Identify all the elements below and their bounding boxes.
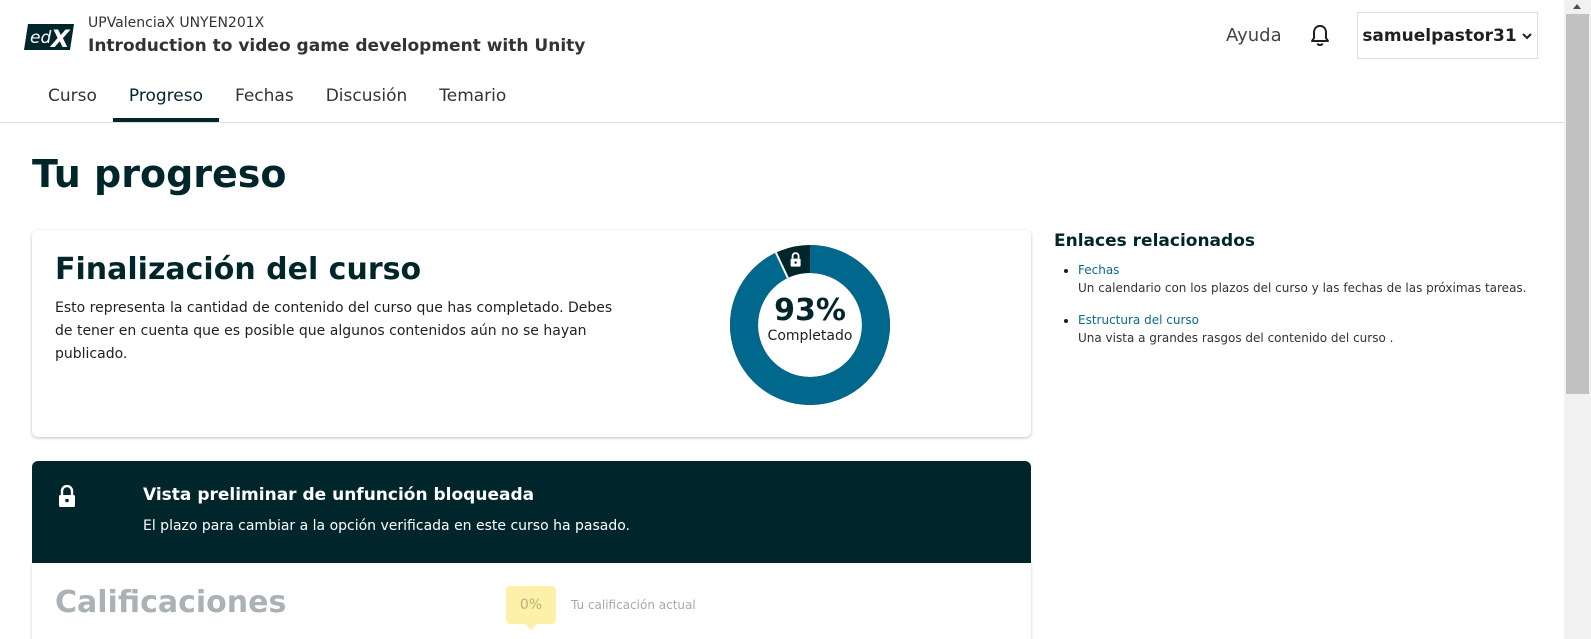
- current-grade-badge: 0%: [506, 586, 556, 630]
- user-menu-button[interactable]: samuelpastor31: [1357, 12, 1538, 59]
- scroll-up-arrow-icon[interactable]: [1573, 4, 1581, 9]
- completion-card: Finalización del curso Esto representa l…: [32, 230, 1031, 437]
- list-item: Fechas Un calendario con los plazos del …: [1064, 262, 1534, 298]
- related-link-description: Un calendario con los plazos del curso y…: [1078, 281, 1527, 295]
- chevron-down-icon: [1521, 32, 1532, 39]
- locked-banner-text: El plazo para cambiar a la opción verifi…: [143, 518, 630, 534]
- tab-fechas[interactable]: Fechas: [219, 80, 310, 122]
- svg-text:ed: ed: [30, 28, 51, 48]
- related-link-estructura[interactable]: Estructura del curso: [1078, 312, 1534, 329]
- tab-progreso[interactable]: Progreso: [112, 80, 220, 122]
- donut-center-label: 93% Completado: [729, 293, 891, 344]
- help-link[interactable]: Ayuda: [1226, 25, 1282, 46]
- scrollbar-thumb[interactable]: [1566, 14, 1589, 394]
- completion-title: Finalización del curso: [55, 252, 422, 287]
- page-scrollbar[interactable]: [1564, 0, 1591, 639]
- related-link-description: Una vista a grandes rasgos del contenido…: [1078, 331, 1394, 345]
- related-links-title: Enlaces relacionados: [1054, 231, 1255, 251]
- current-grade-label: Tu calificación actual: [571, 598, 696, 612]
- course-org-line: UPValenciaX UNYEN201X: [88, 15, 265, 31]
- completion-status: Completado: [767, 328, 853, 344]
- related-links-list: Fechas Un calendario con los plazos del …: [1064, 262, 1534, 362]
- course-tabs: Curso Progreso Fechas Discusión Temario: [32, 80, 522, 122]
- tab-temario[interactable]: Temario: [423, 80, 522, 122]
- grades-title: Calificaciones: [55, 585, 287, 620]
- list-item: Estructura del curso Una vista a grandes…: [1064, 312, 1534, 348]
- tab-curso[interactable]: Curso: [32, 80, 113, 122]
- username-label: samuelpastor31: [1362, 25, 1517, 46]
- grades-card: Calificaciones 0% Tu calificación actual: [32, 563, 1031, 639]
- svg-text:X: X: [49, 25, 71, 52]
- completion-description: Esto representa la cantidad de contenido…: [55, 300, 613, 362]
- edx-logo-icon[interactable]: ed X: [24, 22, 74, 52]
- completion-percent: 93%: [774, 293, 846, 328]
- related-link-fechas[interactable]: Fechas: [1078, 262, 1534, 279]
- lock-icon: [59, 485, 75, 507]
- locked-banner-title: Vista preliminar de unfunción bloqueada: [143, 485, 535, 505]
- page-title: Tu progreso: [32, 152, 287, 196]
- course-title: Introduction to video game development w…: [88, 36, 586, 56]
- site-header: ed X UPValenciaX UNYEN201X Introduction …: [0, 0, 1564, 123]
- locked-feature-banner: Vista preliminar de unfunción bloqueada …: [32, 461, 1031, 563]
- bell-icon[interactable]: [1309, 24, 1331, 48]
- tab-discusion[interactable]: Discusión: [310, 80, 424, 122]
